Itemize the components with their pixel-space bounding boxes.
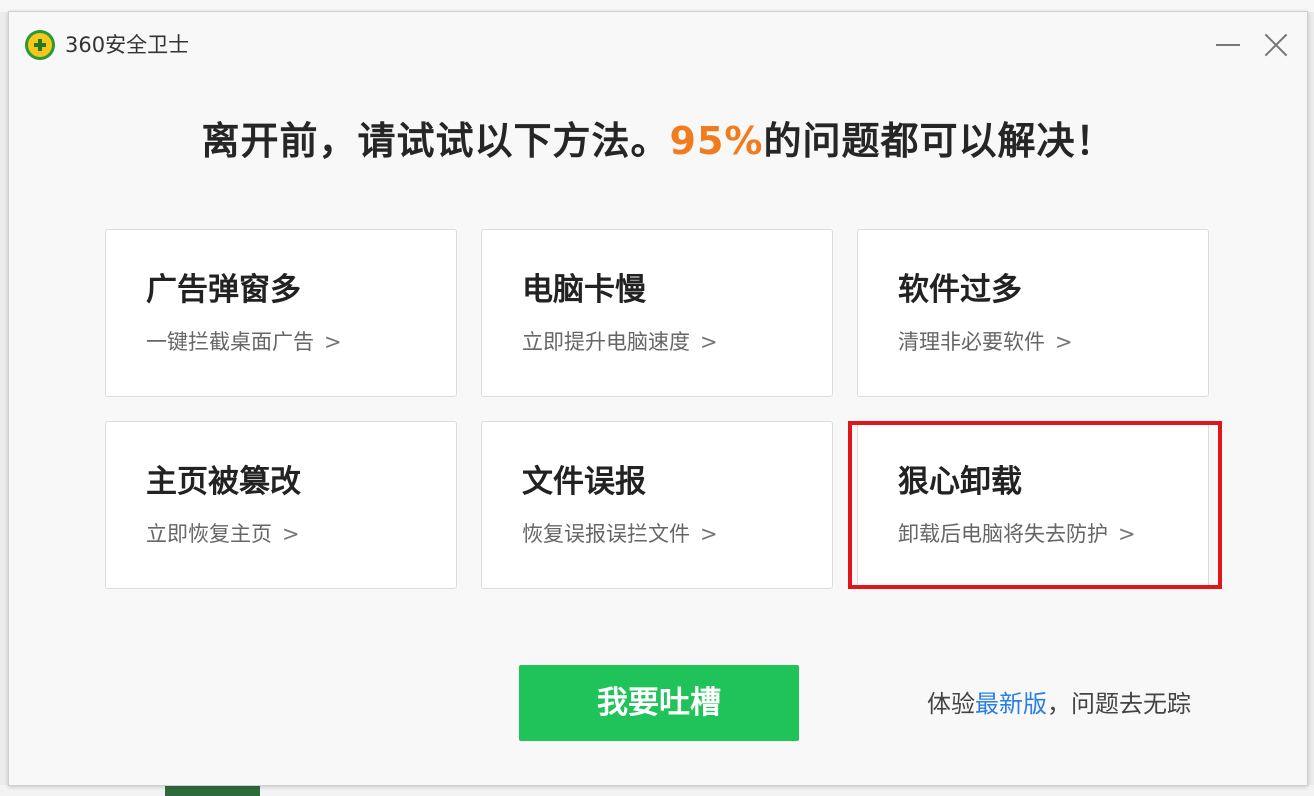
360-logo-icon xyxy=(25,30,55,60)
app-title: 360安全卫士 xyxy=(65,33,190,57)
card-subtitle: 恢复误报误拦文件 > xyxy=(522,522,718,546)
chevron-right-icon: > xyxy=(324,330,342,354)
footer-prefix: 体验 xyxy=(927,690,975,718)
uninstall-dialog: 360安全卫士 离开前，请试试以下方法。95%的问题都可以解决！ 广告弹窗多 一… xyxy=(8,11,1308,786)
title-bar: 360安全卫士 xyxy=(9,12,1307,76)
card-title: 广告弹窗多 xyxy=(146,272,301,308)
chevron-right-icon: > xyxy=(282,522,300,546)
card-subtitle: 立即恢复主页 > xyxy=(146,522,300,546)
headline-text-before: 离开前，请试试以下方法。 xyxy=(201,119,670,163)
card-subtitle: 立即提升电脑速度 > xyxy=(522,330,718,354)
card-uninstall[interactable]: 狠心卸载 卸载后电脑将失去防护 > xyxy=(857,421,1209,589)
chevron-right-icon: > xyxy=(1055,330,1073,354)
footer-suffix: ，问题去无踪 xyxy=(1047,690,1191,718)
card-title: 主页被篡改 xyxy=(146,464,301,500)
headline-percent: 95% xyxy=(669,119,764,163)
minimize-button[interactable] xyxy=(1213,30,1243,60)
chevron-right-icon: > xyxy=(1118,522,1136,546)
card-subtitle: 清理非必要软件 > xyxy=(898,330,1073,354)
background-strip-bottom xyxy=(0,785,1314,796)
card-false-positive[interactable]: 文件误报 恢复误报误拦文件 > xyxy=(481,421,833,589)
card-title: 电脑卡慢 xyxy=(522,272,646,308)
card-homepage-tampered[interactable]: 主页被篡改 立即恢复主页 > xyxy=(105,421,457,589)
card-subtitle: 一键拦截桌面广告 > xyxy=(146,330,342,354)
card-title: 软件过多 xyxy=(898,272,1022,308)
chevron-right-icon: > xyxy=(700,330,718,354)
card-title: 狠心卸载 xyxy=(898,464,1022,500)
card-title: 文件误报 xyxy=(522,464,646,500)
latest-version-link[interactable]: 最新版 xyxy=(975,690,1047,718)
footer-note: 体验最新版，问题去无踪 xyxy=(927,688,1191,720)
close-button[interactable] xyxy=(1261,30,1291,60)
headline-text-after: 的问题都可以解决！ xyxy=(763,119,1115,163)
card-too-many-software[interactable]: 软件过多 清理非必要软件 > xyxy=(857,229,1209,397)
chevron-right-icon: > xyxy=(700,522,718,546)
feedback-button[interactable]: 我要吐槽 xyxy=(519,665,799,741)
card-subtitle: 卸载后电脑将失去防护 > xyxy=(898,522,1136,546)
background-fragment xyxy=(165,785,260,796)
headline: 离开前，请试试以下方法。95%的问题都可以解决！ xyxy=(9,116,1307,166)
card-ad-popups[interactable]: 广告弹窗多 一键拦截桌面广告 > xyxy=(105,229,457,397)
card-slow-pc[interactable]: 电脑卡慢 立即提升电脑速度 > xyxy=(481,229,833,397)
